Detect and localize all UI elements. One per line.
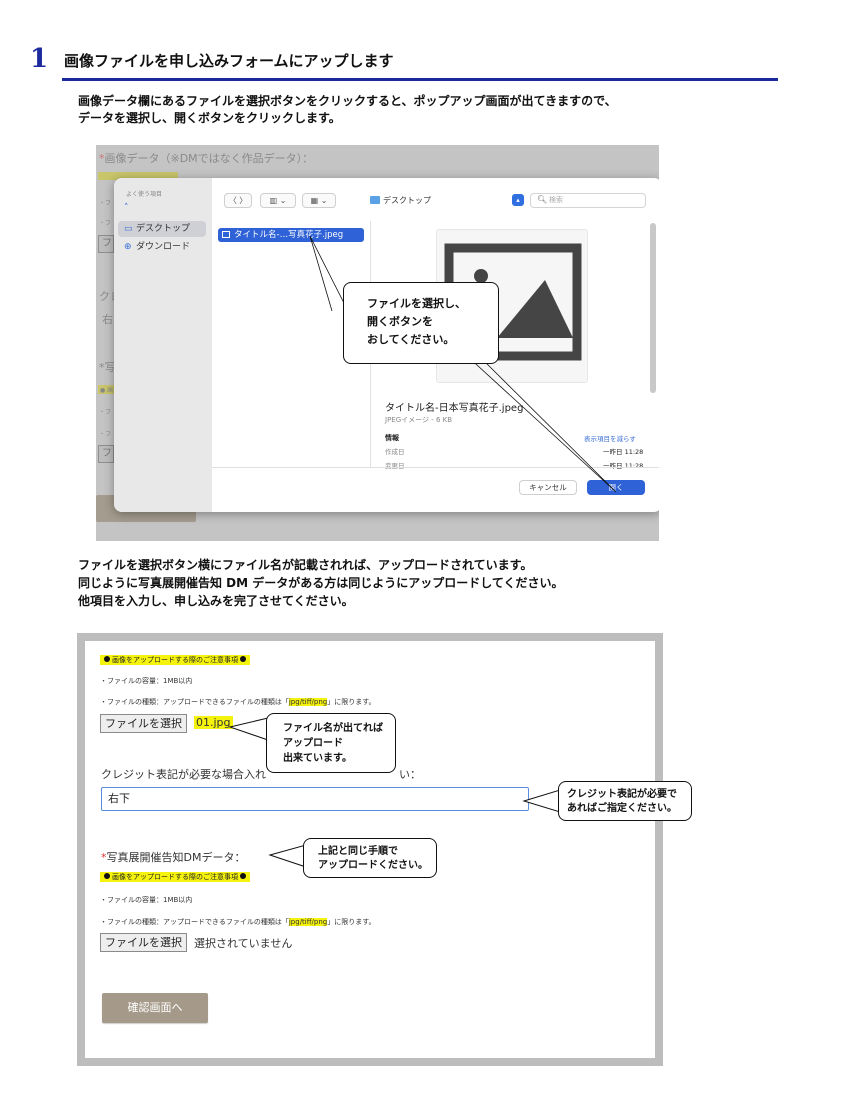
callout-credit: クレジット表記が必要で あればご指定ください。 [558, 781, 692, 821]
callout-pointers [228, 717, 561, 868]
callout-same-steps: 上記と同じ手順で アップロードください。 [303, 838, 437, 878]
callout-uploaded: ファイル名が出てれば アップロード 出来ています。 [266, 713, 396, 773]
